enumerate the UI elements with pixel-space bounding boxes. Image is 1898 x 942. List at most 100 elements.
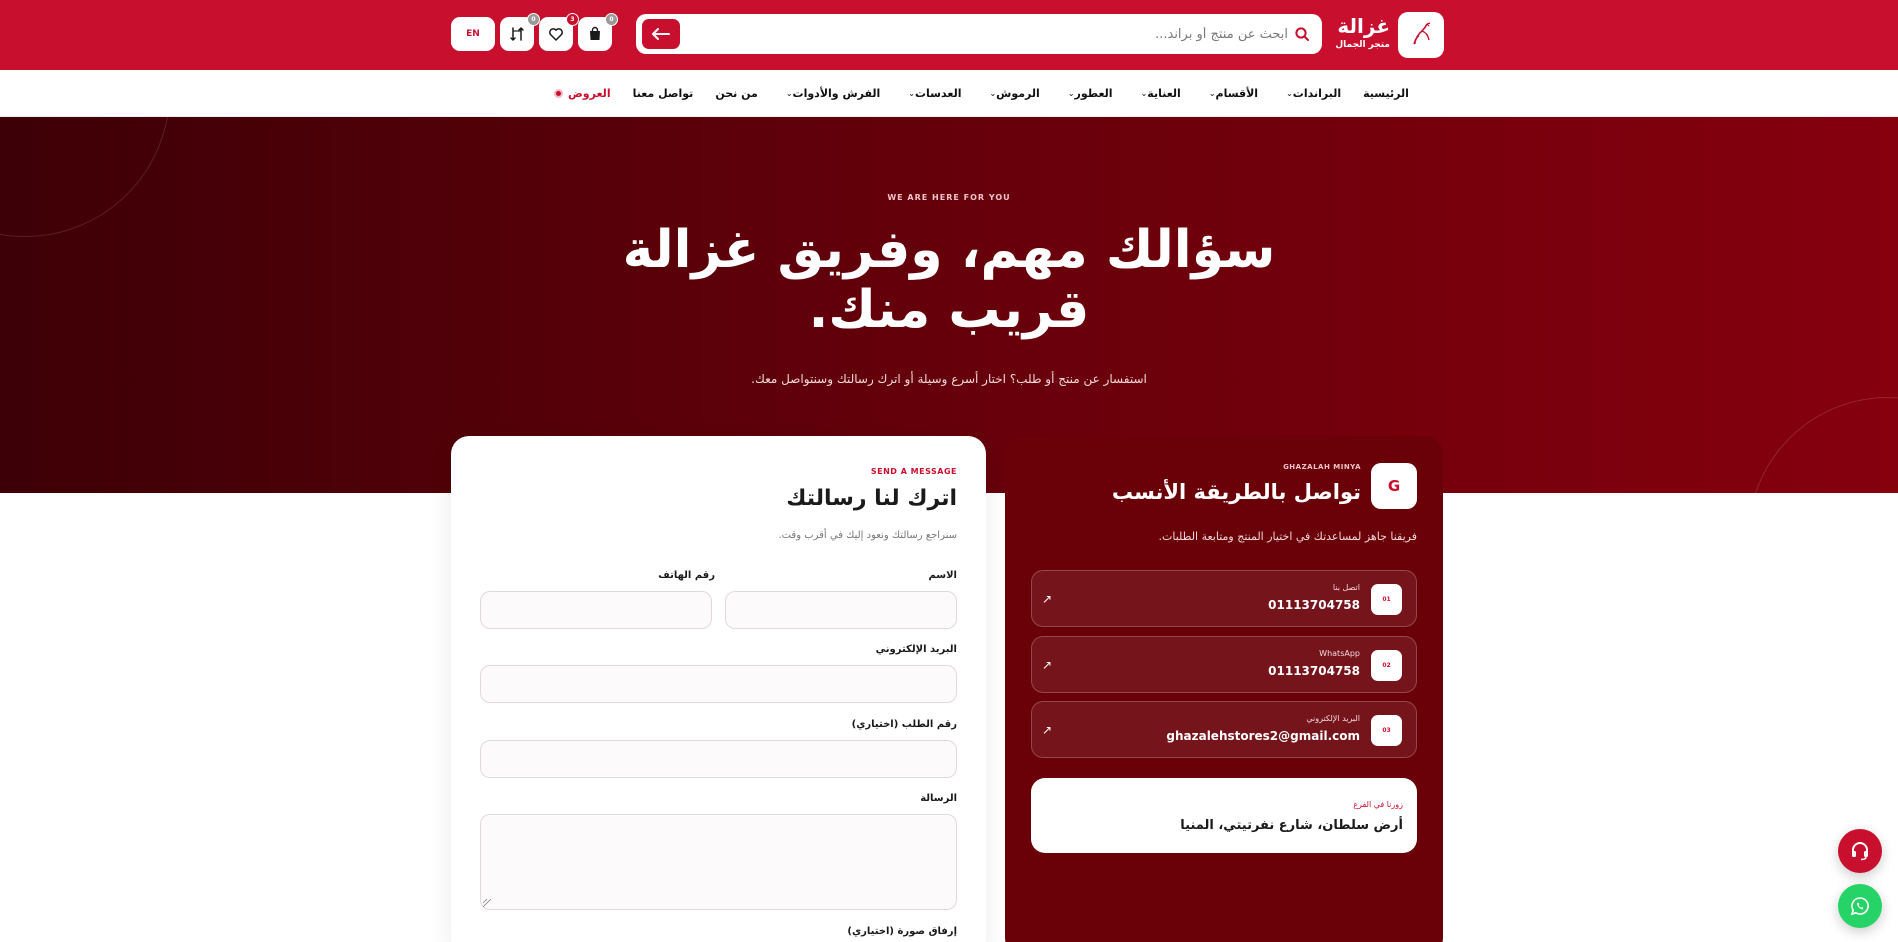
nav-item-label: الأقسام <box>1215 87 1259 100</box>
headset-icon <box>1852 842 1868 861</box>
shopping-bag-icon <box>590 26 600 40</box>
contact-subtitle: فريقنا جاهز لمساعدتك في اختيار المنتج وم… <box>1158 530 1418 543</box>
main-nav: الرئيسية البراندات ⌄ الأقسام ⌄ العناية ⌄ ال… <box>0 70 1898 117</box>
email-field[interactable] <box>480 665 957 703</box>
cart-button[interactable]: 0 <box>578 13 618 51</box>
contact-eyebrow: GHAZALAH MINYA <box>1283 463 1361 471</box>
search-bar <box>636 14 1322 54</box>
hero-eyebrow: WE ARE HERE FOR YOU <box>887 193 1011 202</box>
item-label: اتصل بنا <box>1332 583 1360 592</box>
compare-button[interactable]: 0 <box>500 13 540 51</box>
form-title: اترك لنا رسالتك <box>786 486 957 511</box>
chevron-down-icon: ⌄ <box>1286 89 1293 98</box>
hero-subtitle: استفسار عن منتج أو طلب؟ اختار أسرع وسيلة… <box>751 372 1147 386</box>
nav-item-label: الفرش والأدوات <box>792 87 881 100</box>
contact-item-email[interactable]: 03 البريد الإلكتروني ghazalehstores2@gma… <box>1031 701 1417 758</box>
message-label: الرسالة <box>920 793 957 804</box>
arrow-up-right-icon: ↗ <box>1042 658 1053 672</box>
contact-item-whatsapp[interactable]: 02 WhatsApp 01113704758 ↗ <box>1031 636 1417 693</box>
search-input[interactable] <box>692 14 1288 54</box>
nav-item-home[interactable]: الرئيسية <box>1363 87 1409 100</box>
item-label: WhatsApp <box>1319 649 1360 658</box>
nav-item-label: البراندات <box>1292 87 1342 100</box>
search-submit-button[interactable] <box>642 19 680 49</box>
search-icon <box>1295 27 1309 41</box>
resize-grip-icon[interactable] <box>483 899 491 907</box>
nav-item-lashes[interactable]: الرموش ⌄ <box>983 87 1039 100</box>
nav-item-label: الرئيسية <box>1363 87 1409 100</box>
nav-item-brands[interactable]: البراندات ⌄ <box>1280 87 1341 100</box>
top-bar: غزالة متجر الجمال 0 3 0 <box>0 0 1898 70</box>
decor-circle <box>1748 397 1898 493</box>
nav-item-care[interactable]: العناية ⌄ <box>1135 87 1181 100</box>
compare-count-badge: 0 <box>527 13 540 26</box>
wishlist-button[interactable]: 3 <box>539 13 579 51</box>
nav-item-offers[interactable]: العروض <box>554 87 611 100</box>
order-number-label: رقم الطلب (اختياري) <box>851 719 957 730</box>
chevron-down-icon: ⌄ <box>1067 89 1075 98</box>
contact-logo: G <box>1371 463 1417 509</box>
hero-title: سؤالك مهم، وفريق غزالة قريب منك. <box>622 220 1276 340</box>
nav-item-categories[interactable]: الأقسام ⌄ <box>1203 87 1258 100</box>
brand-tagline: متجر الجمال <box>1335 40 1390 50</box>
branch-address: أرض سلطان، شارع نفرتيتي، المنيا <box>1180 818 1403 833</box>
branch-label: زورنا في الفرع <box>1353 800 1403 809</box>
item-value: 01113704758 <box>1268 664 1360 678</box>
nav-list: الرئيسية البراندات ⌄ الأقسام ⌄ العناية ⌄ ال… <box>532 70 1409 117</box>
arrow-left-icon <box>652 28 670 40</box>
chevron-down-icon: ⌄ <box>1140 89 1148 98</box>
gazelle-logo-icon <box>1413 22 1431 45</box>
item-label: البريد الإلكتروني <box>1306 714 1360 723</box>
cart-count-badge: 0 <box>605 13 618 26</box>
arrow-up-right-icon: ↗ <box>1042 592 1053 606</box>
form-subtitle: سنراجع رسالتك ونعود إليك في أقرب وقت. <box>778 530 957 541</box>
email-label: البريد الإلكتروني <box>875 644 957 655</box>
item-number: 02 <box>1371 650 1402 681</box>
chevron-down-icon: ⌄ <box>908 89 915 98</box>
branch-address-box: زورنا في الفرع أرض سلطان، شارع نفرتيتي، … <box>1031 778 1417 853</box>
item-value: ghazalehstores2@gmail.com <box>1166 729 1360 743</box>
heart-icon <box>549 28 563 41</box>
nav-item-perfumes[interactable]: العطور ⌄ <box>1062 87 1113 100</box>
name-label: الاسم <box>928 570 957 581</box>
nav-item-label: تواصل معنا <box>632 87 694 100</box>
nav-item-label: الرموش <box>996 87 1040 100</box>
brand-logo[interactable] <box>1398 12 1444 58</box>
wishlist-count-badge: 3 <box>566 13 579 26</box>
nav-item-lenses[interactable]: العدسات ⌄ <box>902 87 961 100</box>
nav-item-label: العطور <box>1074 87 1113 100</box>
chevron-down-icon: ⌄ <box>785 89 793 98</box>
brand[interactable]: غزالة متجر الجمال <box>1335 12 1444 58</box>
nav-item-label: من نحن <box>715 87 758 100</box>
chevron-down-icon: ⌄ <box>1208 89 1216 98</box>
nav-item-label: العروض <box>568 87 611 100</box>
image-upload-label: إرفاق صورة (اختياري) <box>847 926 957 937</box>
nav-item-label: العدسات <box>915 87 962 100</box>
arrow-up-right-icon: ↗ <box>1042 723 1053 737</box>
form-eyebrow: SEND A MESSAGE <box>870 467 957 476</box>
compare-arrows-icon <box>510 27 524 41</box>
message-textarea[interactable] <box>480 814 957 910</box>
nav-item-label: العناية <box>1147 87 1181 100</box>
offers-dot-icon <box>554 89 563 98</box>
phone-label: رقم الهاتف <box>658 570 715 581</box>
nav-item-contact[interactable]: تواصل معنا <box>633 87 694 100</box>
language-toggle-button[interactable]: EN <box>451 17 495 51</box>
order-number-field[interactable] <box>480 740 957 778</box>
nav-item-brushes-tools[interactable]: الفرش والأدوات ⌄ <box>780 87 880 100</box>
chevron-down-icon: ⌄ <box>989 89 997 98</box>
brand-name: غزالة <box>1337 14 1390 38</box>
name-field[interactable] <box>725 591 957 629</box>
item-value: 01113704758 <box>1268 598 1360 612</box>
whatsapp-icon <box>1850 897 1869 916</box>
nav-item-about[interactable]: من نحن <box>715 87 758 100</box>
decor-circle <box>0 117 170 237</box>
contact-item-phone[interactable]: 01 اتصل بنا 01113704758 ↗ <box>1031 570 1417 627</box>
support-chat-button[interactable] <box>1838 829 1882 873</box>
phone-field[interactable] <box>480 591 712 629</box>
item-number: 01 <box>1371 584 1402 615</box>
message-form-card: SEND A MESSAGE اترك لنا رسالتك سنراجع رس… <box>451 436 986 942</box>
whatsapp-button[interactable] <box>1838 884 1882 928</box>
item-number: 03 <box>1371 715 1402 746</box>
contact-info-card: G GHAZALAH MINYA تواصل بالطريقة الأنسب ف… <box>1005 436 1443 942</box>
